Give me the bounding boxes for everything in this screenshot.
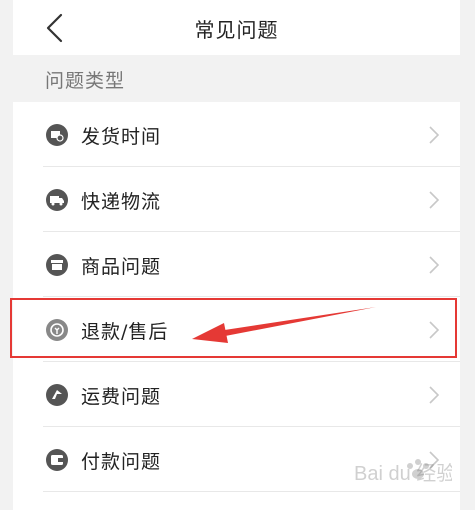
- list-item-label: 运费问题: [81, 386, 162, 408]
- list-item-freight[interactable]: 运费问题: [13, 362, 460, 427]
- list-item-delivery[interactable]: 快递物流: [13, 167, 460, 232]
- freight-icon: [46, 384, 68, 406]
- list-item-shipping-time[interactable]: 发货时间: [13, 102, 460, 167]
- list-item-label: 商品问题: [81, 256, 162, 278]
- chevron-right-icon: [429, 191, 440, 209]
- delivery-truck-icon: [46, 189, 68, 211]
- watermark: Bai du 经验: [352, 456, 456, 500]
- list-item-label: 快递物流: [81, 191, 162, 213]
- chevron-right-icon: [429, 126, 440, 144]
- paw-logo-icon: Bai du 经验: [354, 459, 456, 485]
- chevron-right-icon: [429, 386, 440, 404]
- section-title: 问题类型: [45, 70, 126, 92]
- wallet-icon: [46, 449, 68, 471]
- watermark-text: Bai du 经验: [354, 462, 452, 485]
- list-item-label: 付款问题: [81, 451, 162, 473]
- shipping-time-icon: [46, 124, 68, 146]
- chevron-right-icon: [429, 256, 440, 274]
- list-item-product[interactable]: 商品问题: [13, 232, 460, 297]
- list-item-label: 发货时间: [81, 126, 162, 148]
- product-box-icon: [46, 254, 68, 276]
- annotation-arrow-icon: [192, 307, 376, 343]
- page-title: 常见问题: [194, 18, 279, 42]
- screen: 常见问题 问题类型 发货时间 快递物流 商品问题 退款/售后 运费问题 付款问题: [13, 0, 460, 510]
- nav-bar: 常见问题: [13, 0, 460, 55]
